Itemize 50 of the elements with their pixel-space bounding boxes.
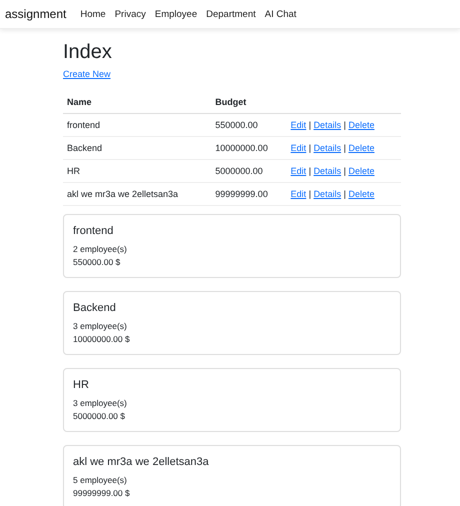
table-cell: 10000000.00	[211, 136, 287, 160]
table-cell: 99999999.00	[211, 182, 287, 206]
separator: |	[308, 166, 312, 176]
action-link[interactable]: Details	[314, 189, 342, 199]
nav-link[interactable]: Department	[206, 8, 256, 20]
action-link[interactable]: Edit	[290, 166, 306, 176]
card-title: HR	[73, 378, 90, 392]
action-link[interactable]: Delete	[348, 143, 374, 153]
nav-link[interactable]: Employee	[154, 8, 198, 20]
table-cell: 5000000.00	[211, 160, 287, 182]
action-link[interactable]: Delete	[348, 189, 374, 199]
table-cell: 550000.00	[211, 114, 287, 136]
separator: |	[344, 143, 346, 153]
separator: |	[344, 189, 346, 199]
action-link[interactable]: Details	[314, 166, 342, 176]
action-link[interactable]: Edit	[290, 189, 306, 199]
action-link[interactable]: Delete	[348, 166, 374, 176]
employee-count: 3 employee(s)	[73, 320, 128, 333]
separator: |	[344, 166, 346, 176]
card-budget: 99999999.00 $	[73, 487, 131, 500]
table-cell: Backend	[63, 136, 212, 160]
separator: |	[344, 120, 346, 130]
table-cell: HR	[63, 160, 212, 182]
nav-link[interactable]: AI Chat	[264, 8, 296, 20]
action-link[interactable]: Edit	[290, 120, 306, 130]
column-header: Budget	[211, 91, 287, 114]
employee-count: 3 employee(s)	[73, 397, 128, 410]
table-cell: akl we mr3a we 2elletsan3a	[63, 182, 212, 206]
brand-name[interactable]: assignment	[5, 7, 66, 21]
column-header: Name	[63, 91, 212, 114]
action-link[interactable]: Delete	[348, 120, 374, 130]
employee-count: 5 employee(s)	[73, 474, 128, 487]
action-link[interactable]: Details	[314, 143, 342, 153]
action-link[interactable]: Edit	[290, 143, 306, 153]
nav-link[interactable]: Home	[80, 8, 106, 20]
page-title: Index	[63, 40, 113, 64]
card-title: akl we mr3a we 2elletsan3a	[73, 455, 210, 469]
separator: |	[308, 189, 312, 199]
employee-count: 2 employee(s)	[73, 243, 128, 256]
nav-link[interactable]: Privacy	[114, 8, 146, 20]
separator: |	[308, 143, 312, 153]
card-budget: 10000000.00 $	[73, 333, 131, 346]
card-title: frontend	[73, 224, 114, 238]
action-link[interactable]: Details	[314, 120, 342, 130]
card-title: Backend	[73, 301, 117, 315]
separator: |	[308, 120, 312, 130]
table-cell: frontend	[63, 114, 212, 136]
create-new-link[interactable]: Create New	[63, 69, 111, 79]
card-budget: 550000.00 $	[73, 256, 122, 269]
card-budget: 5000000.00 $	[73, 410, 126, 423]
